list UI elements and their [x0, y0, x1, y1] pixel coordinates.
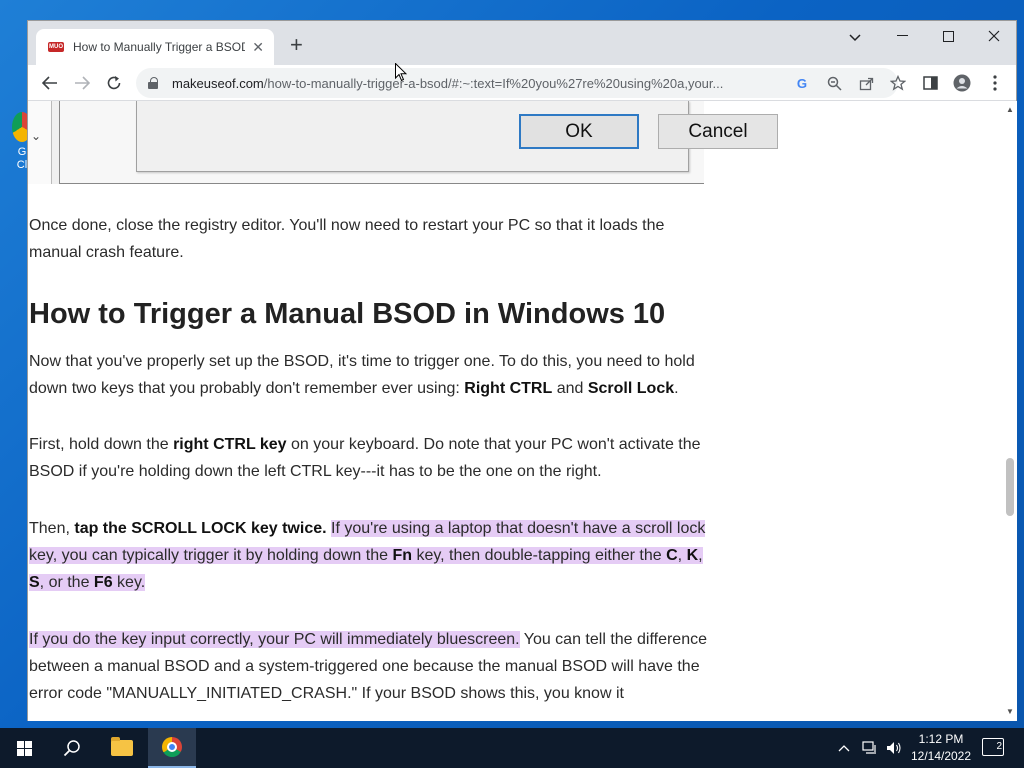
maximize-button[interactable]: [925, 21, 971, 51]
scroll-down-icon[interactable]: ▼: [1006, 707, 1014, 716]
lock-icon[interactable]: [148, 77, 158, 89]
start-button[interactable]: [0, 728, 48, 768]
new-tab-button[interactable]: +: [290, 34, 303, 56]
paragraph: Once done, close the registry editor. Yo…: [29, 217, 665, 262]
scrollbar-thumb[interactable]: [1006, 458, 1014, 516]
zoom-icon[interactable]: [826, 75, 842, 91]
file-explorer-button[interactable]: [98, 728, 146, 768]
maximize-icon: [942, 30, 954, 42]
share-icon[interactable]: [858, 75, 874, 91]
folder-icon: [111, 737, 133, 756]
clock-date: 12/14/2022: [910, 749, 972, 763]
chevron-down-icon: ⌄: [31, 129, 42, 143]
url-text[interactable]: makeuseof.com/how-to-manually-trigger-a-…: [172, 76, 772, 91]
arrow-right-icon: [75, 76, 90, 90]
forward-button[interactable]: [69, 70, 95, 96]
notification-count: 2: [996, 741, 1002, 752]
tab-active[interactable]: MUO How to Manually Trigger a BSOD ✕: [36, 29, 274, 65]
show-hidden-icons-button[interactable]: [838, 728, 850, 768]
chevron-down-icon: [849, 34, 861, 42]
arrow-left-icon: [42, 76, 57, 90]
windows-logo-icon: [16, 740, 32, 756]
dialog-cancel-button: Cancel: [658, 114, 778, 149]
vertical-scrollbar[interactable]: ▲ ▼: [1003, 101, 1017, 721]
side-panel-icon[interactable]: [921, 74, 939, 92]
network-icon[interactable]: [862, 728, 878, 768]
tab-title: How to Manually Trigger a BSOD: [73, 40, 245, 54]
browser-window: MUO How to Manually Trigger a BSOD ✕ + m…: [27, 20, 1017, 721]
highlighted-text: If you do the key input correctly, your …: [29, 630, 520, 648]
site-favicon-icon: MUO: [48, 42, 64, 52]
minimize-icon: [896, 35, 908, 36]
tab-search-button[interactable]: [842, 25, 868, 51]
clock-time: 1:12 PM: [918, 732, 964, 746]
paragraph: Now that you've properly set up the BSOD…: [29, 352, 695, 397]
mouse-cursor-icon: [395, 63, 407, 82]
back-button[interactable]: [37, 70, 63, 96]
tab-close-icon[interactable]: ✕: [252, 39, 264, 56]
bookmark-star-icon[interactable]: [890, 75, 906, 91]
notification-center-icon[interactable]: 2: [982, 738, 1004, 756]
screenshot-left-strip: ⌄: [28, 101, 52, 184]
search-icon: [63, 740, 80, 757]
url-path: /how-to-manually-trigger-a-bsod/#:~:text…: [263, 75, 724, 91]
dialog-box: OK Cancel: [136, 101, 778, 172]
taskbar: 1:12 PM 12/14/2022 2: [0, 728, 1024, 768]
system-clock[interactable]: 1:12 PM 12/14/2022: [906, 731, 976, 765]
article-screenshot-image: ⌄ OK Cancel: [28, 101, 778, 184]
url-domain: makeuseof.com: [172, 75, 264, 91]
article-body: Once done, close the registry editor. Yo…: [29, 212, 709, 721]
profile-avatar-icon[interactable]: [953, 74, 971, 92]
page-content: ⌄ OK Cancel Once done, close the registr…: [28, 101, 1003, 721]
reload-button[interactable]: [101, 70, 127, 96]
address-bar[interactable]: makeuseof.com/how-to-manually-trigger-a-…: [136, 68, 906, 98]
google-translate-icon[interactable]: G: [794, 75, 810, 91]
browser-toolbar: makeuseof.com/how-to-manually-trigger-a-…: [28, 65, 1016, 101]
paragraph: If you do the key input correctly, your …: [29, 630, 707, 703]
dialog-ok-button: OK: [519, 114, 639, 149]
chrome-taskbar-button[interactable]: [148, 728, 196, 768]
scroll-up-icon[interactable]: ▲: [1006, 105, 1014, 114]
close-icon: [988, 30, 1000, 42]
paragraph: Then, tap the SCROLL LOCK key twice. If …: [29, 519, 706, 592]
close-window-button[interactable]: [971, 21, 1017, 51]
chevron-up-icon: [838, 745, 850, 752]
svg-text:G: G: [796, 76, 806, 91]
chrome-icon: [162, 737, 182, 757]
reload-icon: [107, 76, 121, 90]
volume-icon[interactable]: [886, 728, 902, 768]
menu-kebab-icon[interactable]: [986, 74, 1004, 92]
minimize-button[interactable]: [879, 21, 925, 51]
section-heading: How to Trigger a Manual BSOD in Windows …: [29, 297, 666, 330]
tab-strip: MUO How to Manually Trigger a BSOD ✕ +: [28, 21, 1016, 65]
search-button[interactable]: [48, 728, 96, 768]
paragraph: First, hold down the right CTRL key on y…: [29, 436, 701, 481]
